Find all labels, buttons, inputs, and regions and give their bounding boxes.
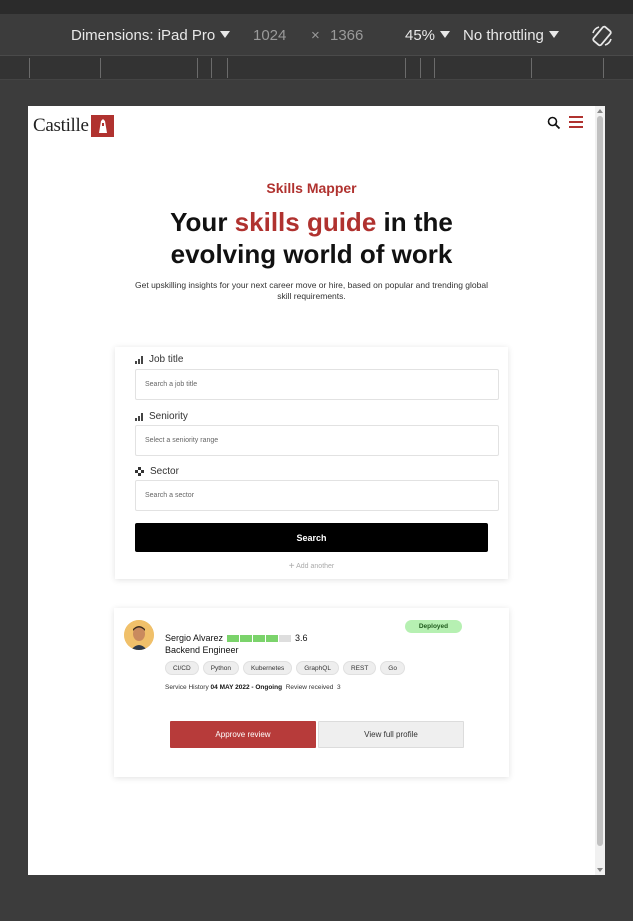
- search-button[interactable]: Search: [135, 523, 488, 552]
- seniority-input[interactable]: Select a seniority range: [135, 425, 499, 456]
- bar-chart-icon: [135, 355, 143, 364]
- hero-subcopy: Get upskilling insights for your next ca…: [135, 280, 488, 301]
- scrollbar-thumb[interactable]: [597, 116, 603, 846]
- sector-input[interactable]: Search a sector: [135, 480, 499, 511]
- headline-part2: in the: [376, 207, 453, 237]
- job-title-input[interactable]: Search a job title: [135, 369, 499, 400]
- zoom-label: 45%: [405, 27, 436, 44]
- headline-line2: evolving world of work: [170, 239, 453, 269]
- media-query-ruler: [0, 56, 633, 80]
- throttling-label: No throttling: [463, 27, 544, 44]
- bar-chart-icon: [135, 412, 143, 421]
- headline-part1: Your: [170, 207, 235, 237]
- job-title-label-text: Job title: [149, 354, 184, 365]
- profile-role: Backend Engineer: [165, 645, 239, 655]
- search-card: Job title Search a job title Seniority S…: [115, 347, 508, 579]
- devtools-top-strip: [0, 0, 633, 14]
- caret-down-icon: [440, 31, 451, 38]
- seniority-label: Seniority: [135, 411, 188, 422]
- profile-name-line: Sergio Alvarez 3.6: [165, 633, 308, 643]
- skill-tag: GraphQL: [296, 661, 339, 675]
- headline-accent: skills guide: [234, 207, 377, 237]
- caret-down-icon: [548, 31, 559, 38]
- sector-label-text: Sector: [150, 466, 179, 477]
- skill-tag: Go: [380, 661, 405, 675]
- device-viewport: Castille Skills Mapper Your skills guide…: [28, 106, 605, 875]
- dimensions-dropdown[interactable]: Dimensions: iPad Pro: [71, 27, 231, 44]
- profile-name: Sergio Alvarez: [165, 633, 224, 643]
- rating-meter: [227, 634, 292, 642]
- seniority-label-text: Seniority: [149, 411, 188, 422]
- status-badge: Deployed: [405, 620, 462, 633]
- skill-tags: CI/CD Python Kubernetes GraphQL REST Go: [165, 661, 405, 675]
- vertical-scrollbar[interactable]: [595, 106, 605, 875]
- search-icon[interactable]: [547, 116, 561, 130]
- view-full-profile-button[interactable]: View full profile: [318, 721, 464, 748]
- devtools-device-toolbar: Dimensions: iPad Pro 1024 × 1366 45% No …: [0, 14, 633, 56]
- history-label: Service History: [165, 684, 209, 691]
- castle-logo-icon: [90, 115, 114, 137]
- dimensions-label: Dimensions: iPad Pro: [71, 27, 216, 44]
- logo-text: Castille: [33, 115, 89, 136]
- profile-card: Sergio Alvarez 3.6 Backend Engineer Depl…: [114, 608, 509, 777]
- skill-tag: Python: [202, 661, 239, 675]
- sector-label: Sector: [135, 466, 179, 477]
- page-headline: Your skills guide in the evolving world …: [28, 206, 595, 270]
- approve-review-button[interactable]: Approve review: [170, 721, 316, 748]
- diamond-grid-icon: [135, 467, 144, 476]
- castille-logo[interactable]: Castille: [33, 114, 114, 138]
- dimension-separator: ×: [311, 27, 320, 44]
- rating-value: 3.6: [295, 633, 308, 643]
- scroll-up-icon[interactable]: [597, 109, 603, 113]
- review-label: Review received: [285, 684, 334, 691]
- eyebrow-title: Skills Mapper: [266, 180, 357, 196]
- zoom-dropdown[interactable]: 45%: [405, 27, 451, 44]
- add-another-text: Add another: [296, 563, 335, 570]
- review-count: 3: [337, 684, 341, 691]
- throttling-dropdown[interactable]: No throttling: [463, 27, 559, 44]
- caret-down-icon: [220, 31, 231, 38]
- skill-tag: Kubernetes: [242, 661, 293, 675]
- skill-tag: CI/CD: [165, 661, 199, 675]
- height-input[interactable]: 1366: [330, 27, 363, 44]
- avatar: [124, 620, 154, 650]
- job-title-label: Job title: [135, 354, 183, 365]
- skill-tag: REST: [342, 661, 377, 675]
- rotate-device-icon[interactable]: [590, 24, 614, 48]
- hamburger-menu-icon[interactable]: [569, 116, 583, 129]
- plus-icon: +: [288, 561, 295, 572]
- add-another-link[interactable]: + Add another: [115, 561, 508, 572]
- scroll-down-icon[interactable]: [597, 868, 603, 872]
- service-history: Service History 04 MAY 2022 - Ongoing Re…: [165, 684, 341, 691]
- width-input[interactable]: 1024: [253, 27, 286, 44]
- history-dates: 04 MAY 2022 - Ongoing: [210, 684, 283, 691]
